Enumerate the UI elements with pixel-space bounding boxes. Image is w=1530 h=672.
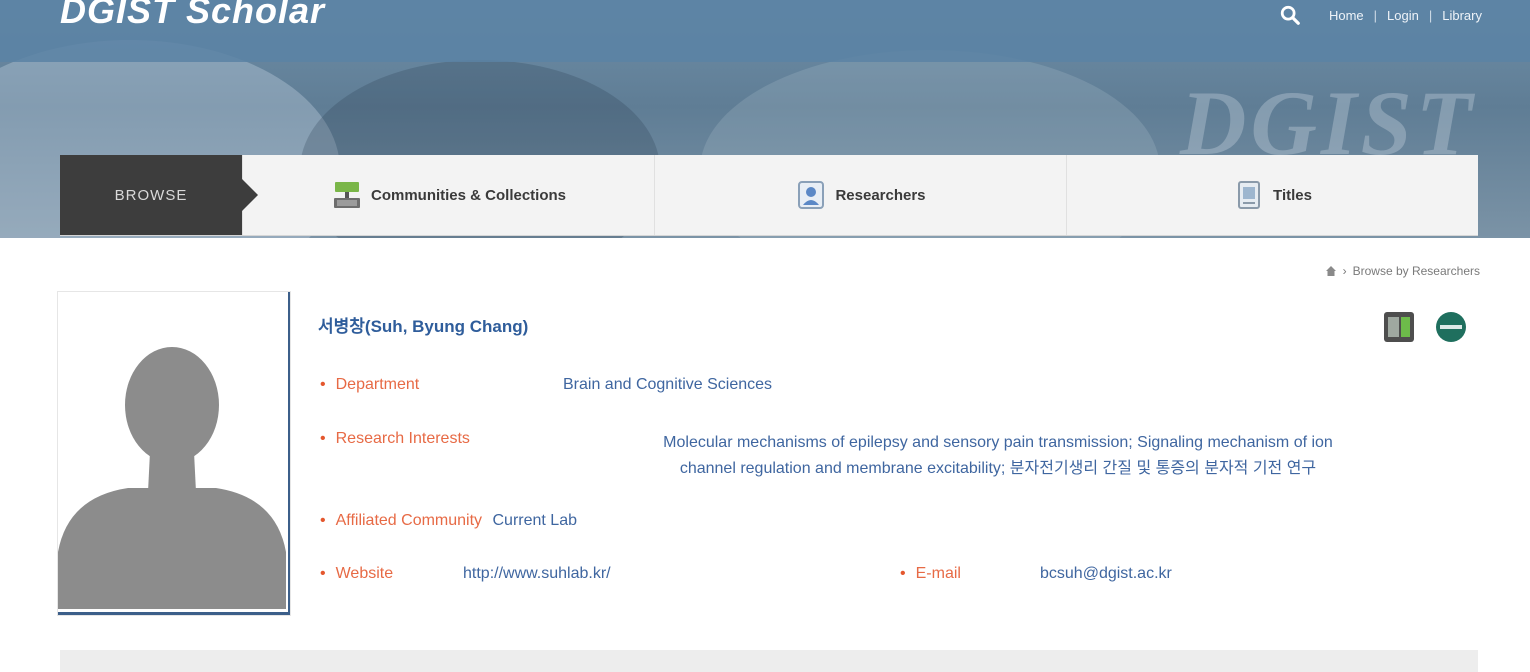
website-label: Website [335,565,394,582]
hero-banner: DGIST DGIST Scholar Home | Login | Libra… [0,0,1530,238]
email-label: E-mail [915,565,961,582]
content-tab-strip [60,650,1478,672]
nav-separator: | [1373,7,1378,23]
bullet: • [320,565,326,582]
breadcrumb-separator: › [1342,264,1347,278]
research-line: Molecular mechanisms of epilepsy and sen… [663,434,1333,451]
top-nav: Home | Login | Library [1279,4,1482,26]
tab-label: Researchers [835,186,926,204]
orcid-icon[interactable] [1434,310,1468,344]
tab-researchers[interactable]: Researchers [654,155,1066,235]
nav-library-link[interactable]: Library [1442,8,1482,23]
communities-icon [333,182,360,208]
bullet: • [320,512,326,529]
research-interests-field: • Research Interests Molecular mechanisms… [320,430,1460,477]
department-value: Brain and Cognitive Sciences [563,376,773,393]
website-link[interactable]: http://www.suhlab.kr/ [463,565,611,583]
site-logo[interactable]: DGIST Scholar [60,0,325,32]
researcher-photo [58,292,290,615]
affiliated-community-link[interactable]: Current Lab [493,512,578,529]
affiliated-community-label: Affiliated Community [335,512,483,529]
bullet: • [320,430,326,447]
researcher-card-icon[interactable] [1382,310,1416,344]
research-interests-label: Research Interests [335,430,470,447]
breadcrumb: › Browse by Researchers [1325,264,1480,278]
home-icon[interactable] [1325,265,1337,277]
tab-label: Titles [1273,186,1312,204]
email-field: • E-mail bcsuh@dgist.ac.kr [900,565,1172,583]
affiliated-community-field: • Affiliated Community Current Lab [320,512,577,530]
bullet: • [320,376,326,393]
titles-icon [1238,181,1261,209]
nav-login-link[interactable]: Login [1387,8,1419,23]
tab-titles[interactable]: Titles [1066,155,1478,235]
search-icon[interactable] [1279,4,1301,26]
department-label: Department [335,376,420,393]
browse-tab-bar: BROWSE Communities & Collections Researc… [60,155,1478,235]
breadcrumb-current[interactable]: Browse by Researchers [1353,264,1480,278]
researcher-icon [798,181,825,209]
avatar-placeholder-icon [58,347,286,609]
email-link[interactable]: bcsuh@dgist.ac.kr [1040,565,1172,583]
researcher-name: 서병창(Suh, Byung Chang) [318,317,529,336]
bullet: • [900,565,906,582]
nav-home-link[interactable]: Home [1329,8,1364,23]
research-interests-value: Molecular mechanisms of epilepsy and sen… [538,430,1458,482]
tab-communities-collections[interactable]: Communities & Collections [242,155,654,235]
profile-actions [1382,310,1468,344]
research-line: channel regulation and membrane excitabi… [679,460,1317,477]
department-field: • Department Brain and Cognitive Sciences [320,376,772,394]
browse-label: BROWSE [60,155,258,235]
tab-label: Communities & Collections [370,186,567,204]
website-field: • Website http://www.suhlab.kr/ [320,565,611,583]
nav-separator: | [1428,7,1433,23]
